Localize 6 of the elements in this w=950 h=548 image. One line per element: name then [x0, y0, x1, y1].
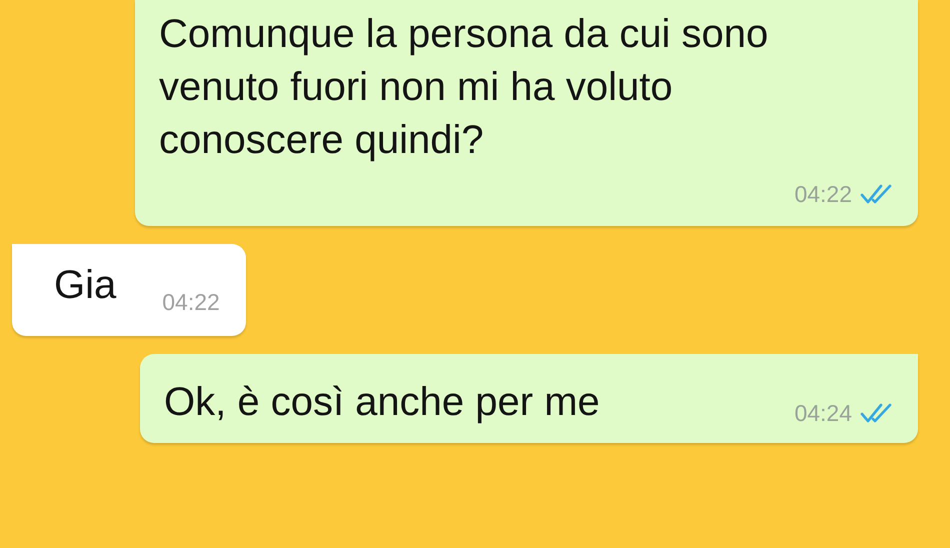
message-time: 04:24 — [794, 399, 852, 428]
message-time: 04:22 — [162, 288, 220, 317]
message-time: 04:22 — [794, 180, 852, 209]
message-text: Comunque la persona da cui sono venuto fuori non mi ha voluto conoscere quindi? — [159, 11, 770, 164]
message-text: Gia — [54, 262, 116, 308]
message-text: Ok, è così anche per me — [164, 378, 600, 426]
